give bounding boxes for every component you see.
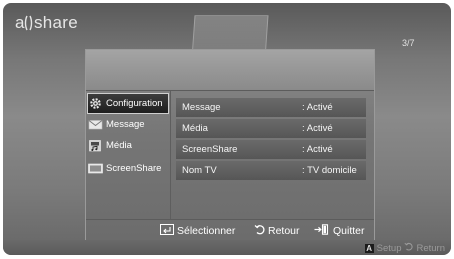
sidebar-item-label: Média bbox=[106, 140, 132, 151]
setting-name: Message bbox=[182, 102, 221, 113]
allshare-logo: a share bbox=[15, 13, 81, 38]
media-icon bbox=[88, 139, 103, 152]
screen-icon bbox=[88, 162, 103, 175]
exit-icon bbox=[314, 224, 330, 238]
return-arrow-icon bbox=[254, 224, 265, 238]
allshare-settings-dialog: Configuration Message Média ScreenShare … bbox=[85, 49, 375, 241]
back-button[interactable]: Retour bbox=[254, 224, 300, 238]
a-button-icon: A bbox=[364, 243, 374, 253]
sidebar-item-media[interactable]: Média bbox=[88, 136, 168, 155]
setting-row-tv-name[interactable]: Nom TV : TV domicile bbox=[176, 161, 366, 180]
select-label: Sélectionner bbox=[177, 225, 236, 237]
enter-icon bbox=[160, 224, 174, 238]
sidebar-item-screenshare[interactable]: ScreenShare bbox=[88, 159, 168, 178]
setting-value: : Activé bbox=[302, 144, 333, 155]
sidebar: Configuration Message Média ScreenShare bbox=[86, 91, 171, 219]
page-indicator: 3/7 bbox=[402, 38, 415, 48]
setting-name: Média bbox=[182, 123, 208, 134]
sidebar-item-label: Message bbox=[106, 119, 145, 130]
setting-row-screenshare[interactable]: ScreenShare : Activé bbox=[176, 140, 366, 159]
setting-value: : Activé bbox=[302, 102, 333, 113]
setup-return-hint: A Setup Return bbox=[364, 242, 445, 254]
dialog-header bbox=[86, 50, 374, 91]
setting-name: Nom TV bbox=[182, 165, 217, 176]
sidebar-item-label: ScreenShare bbox=[106, 163, 162, 174]
setting-row-media[interactable]: Média : Activé bbox=[176, 119, 366, 138]
sidebar-item-label: Configuration bbox=[106, 98, 163, 109]
setup-label[interactable]: Setup bbox=[377, 243, 402, 254]
back-label: Retour bbox=[268, 225, 300, 237]
quit-label: Quitter bbox=[333, 225, 365, 237]
svg-text:share: share bbox=[34, 13, 78, 32]
return-icon bbox=[404, 242, 414, 254]
setting-row-message[interactable]: Message : Activé bbox=[176, 98, 366, 117]
envelope-icon bbox=[88, 118, 103, 131]
sidebar-item-configuration[interactable]: Configuration bbox=[87, 93, 169, 114]
gear-icon bbox=[88, 97, 103, 110]
setting-value: : Activé bbox=[302, 123, 333, 134]
remote-hint-bar: A Setup Return bbox=[3, 240, 451, 255]
quit-button[interactable]: Quitter bbox=[314, 224, 365, 238]
allshare-logo-mark: a share bbox=[15, 13, 78, 32]
setting-value: : TV domicile bbox=[302, 165, 357, 176]
svg-text:a: a bbox=[15, 13, 25, 32]
sidebar-item-message[interactable]: Message bbox=[88, 115, 168, 134]
dialog-footer: Sélectionner Retour Quitter bbox=[86, 220, 374, 240]
tv-screen: a share 3/7 Configuration Message Média … bbox=[3, 3, 451, 255]
setting-name: ScreenShare bbox=[182, 144, 238, 155]
select-button[interactable]: Sélectionner bbox=[160, 224, 235, 238]
return-label[interactable]: Return bbox=[416, 243, 445, 254]
